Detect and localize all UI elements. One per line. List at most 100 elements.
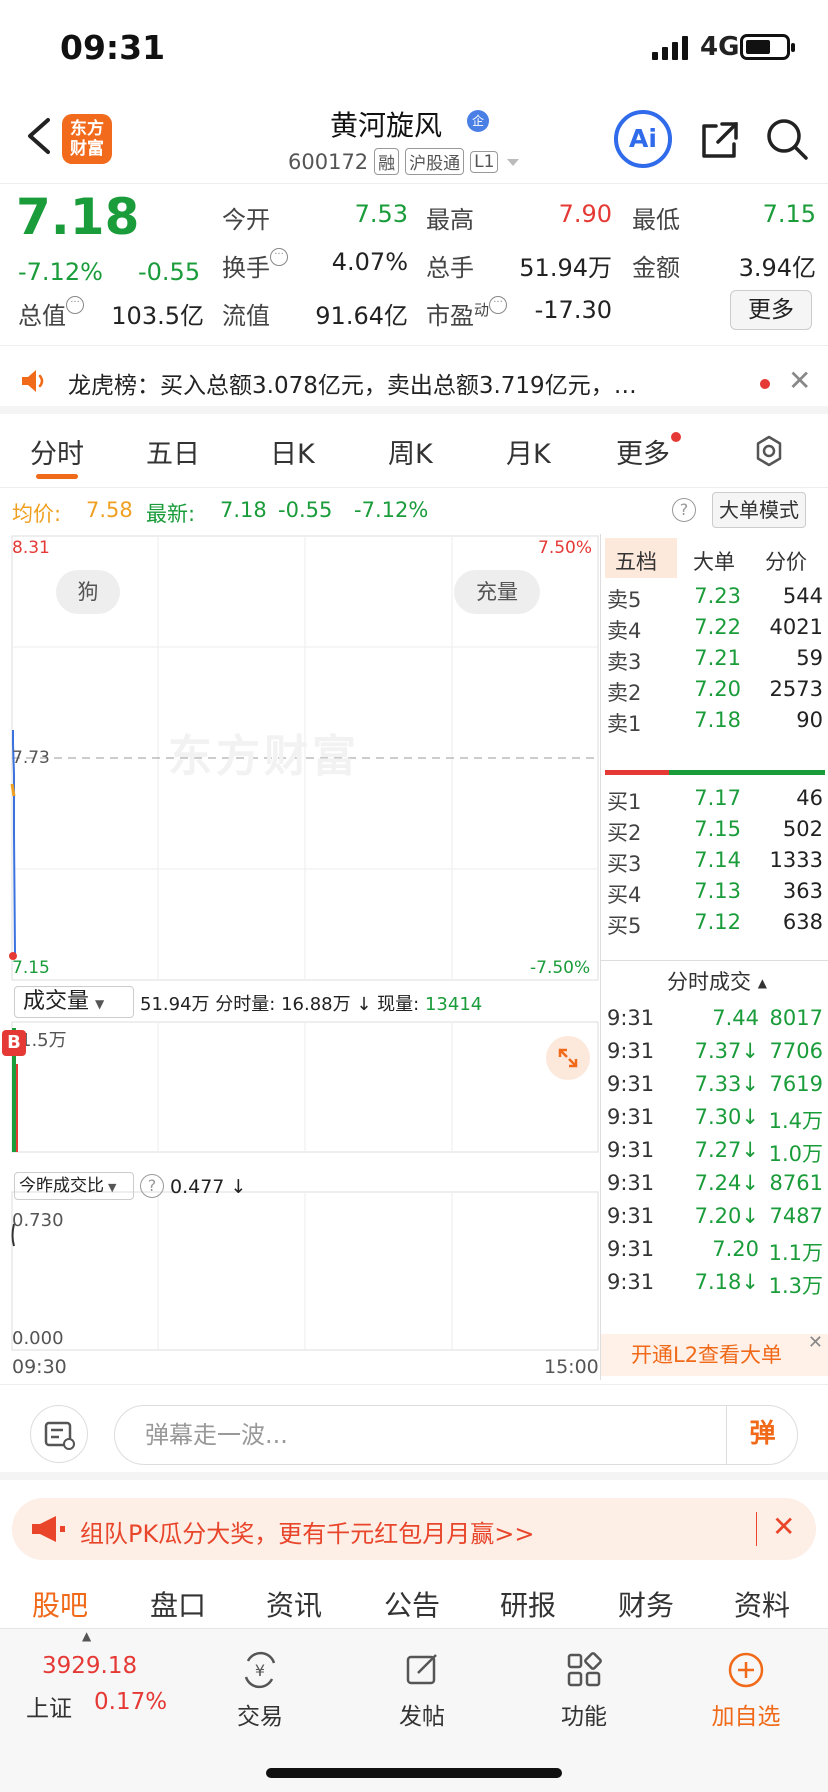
market-cap-label[interactable]: 总值 ··· <box>18 296 84 331</box>
section-tab-announcements[interactable]: 公告 <box>384 1584 440 1624</box>
share-icon[interactable] <box>698 118 742 162</box>
buy-marker[interactable]: B <box>2 1030 26 1056</box>
tab-monthly-k[interactable]: 月K <box>506 432 551 471</box>
tab-more[interactable]: 更多 <box>616 432 681 471</box>
back-arrow-icon[interactable] <box>22 114 56 158</box>
trade-time: 9:31 <box>607 1072 655 1096</box>
trade-time: 9:31 <box>607 1039 655 1063</box>
gear-icon[interactable] <box>752 434 786 468</box>
level-vol: 1333 <box>769 848 823 872</box>
close-icon[interactable]: ✕ <box>788 364 811 397</box>
tab-daily-k[interactable]: 日K <box>270 432 315 471</box>
current-volume-value: 13414 <box>424 994 483 1015</box>
big-order-mode-button[interactable]: 大单模式 <box>712 492 806 528</box>
svg-text:¥: ¥ <box>255 1661 265 1680</box>
trade-price: 7.20↓ <box>694 1204 759 1228</box>
volume-selector[interactable]: 成交量 ▼ <box>14 986 134 1018</box>
danmu-send-button[interactable]: 弹 <box>726 1405 798 1465</box>
nav-trade[interactable]: ¥ 交易 <box>200 1651 320 1731</box>
section-tab-finance[interactable]: 财务 <box>618 1584 674 1624</box>
chip-dog[interactable]: 狗 <box>56 570 120 614</box>
chevron-down-icon <box>507 158 520 166</box>
divider <box>601 960 828 961</box>
stock-code-row[interactable]: 600172 融 沪股通 L1 <box>288 148 522 175</box>
tab-intraday[interactable]: 分时 <box>30 432 84 471</box>
trade-vol: 8017 <box>769 1006 823 1030</box>
time-axis-start: 09:30 <box>12 1356 67 1378</box>
section-tab-news[interactable]: 资讯 <box>266 1584 322 1624</box>
nav-functions-label: 功能 <box>561 1704 607 1730</box>
l2-upgrade-banner[interactable]: 开通L2查看大单 ✕ <box>601 1332 828 1376</box>
down-arrow-icon: ↓ <box>230 1176 247 1198</box>
level-vol: 90 <box>796 708 823 732</box>
speaker-icon <box>22 370 44 392</box>
trade-price: 7.20 <box>712 1237 759 1261</box>
info-dots-icon: ··· <box>489 296 508 314</box>
section-tab-profile[interactable]: 资料 <box>734 1584 790 1624</box>
nav-add-watchlist-label: 加自选 <box>711 1704 781 1730</box>
nav-post[interactable]: 发帖 <box>362 1651 482 1731</box>
trade-price: 7.27↓ <box>694 1138 759 1162</box>
search-icon[interactable] <box>764 116 810 162</box>
ask-row: 卖1 7.18 90 <box>601 708 828 742</box>
tab-five-levels[interactable]: 五档 <box>615 546 657 576</box>
level-label: 卖1 <box>607 712 642 736</box>
trade-vol: 7487 <box>769 1204 823 1228</box>
help-icon[interactable]: ? <box>672 498 696 522</box>
section-tab-research[interactable]: 研报 <box>500 1584 556 1624</box>
expand-icon[interactable] <box>556 1046 580 1070</box>
tab-price-distribution[interactable]: 分价 <box>765 546 807 576</box>
trades-title-text: 分时成交 <box>667 970 751 994</box>
trades-title[interactable]: 分时成交 ▲ <box>667 966 767 996</box>
logo-line-1: 东方 <box>70 119 104 139</box>
ratio-selector-label: 今昨成交比 <box>19 1176 104 1196</box>
ratio-selector[interactable]: 今昨成交比 ▼ <box>14 1172 134 1200</box>
dragon-tiger-notice[interactable]: 龙虎榜：买入总额3.078亿元，卖出总额3.719亿元，… ✕ <box>0 346 828 414</box>
close-icon[interactable]: ✕ <box>772 1510 795 1543</box>
network-type: 4G <box>700 32 740 62</box>
help-icon[interactable]: ? <box>140 1174 164 1198</box>
promo-banner[interactable]: 组队PK瓜分大奖，更有千元红包月月赢>> ✕ <box>12 1498 816 1560</box>
level-vol: 502 <box>782 817 823 841</box>
section-tab-handicap[interactable]: 盘口 <box>150 1584 206 1624</box>
level-label: 卖2 <box>607 681 642 705</box>
turnover-label-text: 换手 <box>222 254 270 282</box>
close-icon[interactable]: ✕ <box>808 1322 823 1364</box>
index-value[interactable]: 3929.18 <box>42 1653 137 1679</box>
level-vol: 2573 <box>769 677 823 701</box>
current-volume-label: 现量: <box>377 994 420 1015</box>
ai-button[interactable]: Ai <box>614 110 672 168</box>
tab-five-day[interactable]: 五日 <box>146 432 200 471</box>
danmu-input[interactable]: 弹幕走一波... <box>114 1405 798 1465</box>
chip-volume-surge[interactable]: 充量 <box>454 570 540 614</box>
trade-row: 9:31 7.18↓ 1.3万 <box>601 1270 828 1308</box>
info-dots-icon: ··· <box>66 296 84 314</box>
section-tab-forum[interactable]: 股吧 <box>32 1584 88 1624</box>
level-price: 7.20 <box>694 677 741 701</box>
last-label: 最新: <box>146 502 196 526</box>
market-cap-label-text: 总值 <box>18 302 66 330</box>
nav-add-watchlist[interactable]: 加自选 <box>686 1651 806 1731</box>
comment-bar: 弹幕走一波... 弹 <box>0 1384 828 1480</box>
turnover-label[interactable]: 换手 ··· <box>222 248 288 283</box>
pe-label[interactable]: 市盈动 ··· <box>426 296 508 331</box>
minute-volume-value: 16.88万 <box>281 994 351 1015</box>
home-indicator[interactable] <box>266 1768 562 1778</box>
nav-functions[interactable]: 功能 <box>524 1651 644 1731</box>
chart-tabs: 分时 五日 日K 周K 月K 更多 <box>0 414 828 488</box>
ratio-axis-max: 0.730 <box>12 1210 64 1231</box>
l2-banner-text: 开通L2查看大单 <box>631 1343 783 1367</box>
volume-total: 51.94万 <box>140 994 210 1015</box>
app-logo[interactable]: 东方 财富 <box>62 114 112 164</box>
bid-row: 买3 7.14 1333 <box>601 848 828 882</box>
intraday-chart[interactable] <box>0 534 600 1380</box>
tab-big-orders[interactable]: 大单 <box>693 546 735 576</box>
more-quote-button[interactable]: 更多 <box>730 290 812 330</box>
stock-header: 东方 财富 黄河旋风 企 600172 融 沪股通 L1 Ai <box>0 96 828 184</box>
list-settings-icon <box>44 1421 75 1450</box>
danmu-settings-button[interactable] <box>30 1405 88 1463</box>
trade-vol: 1.1万 <box>768 1241 823 1265</box>
caret-up-icon: ▲ <box>82 1629 92 1643</box>
trade-vol: 1.3万 <box>768 1274 823 1298</box>
tab-weekly-k[interactable]: 周K <box>388 432 433 471</box>
